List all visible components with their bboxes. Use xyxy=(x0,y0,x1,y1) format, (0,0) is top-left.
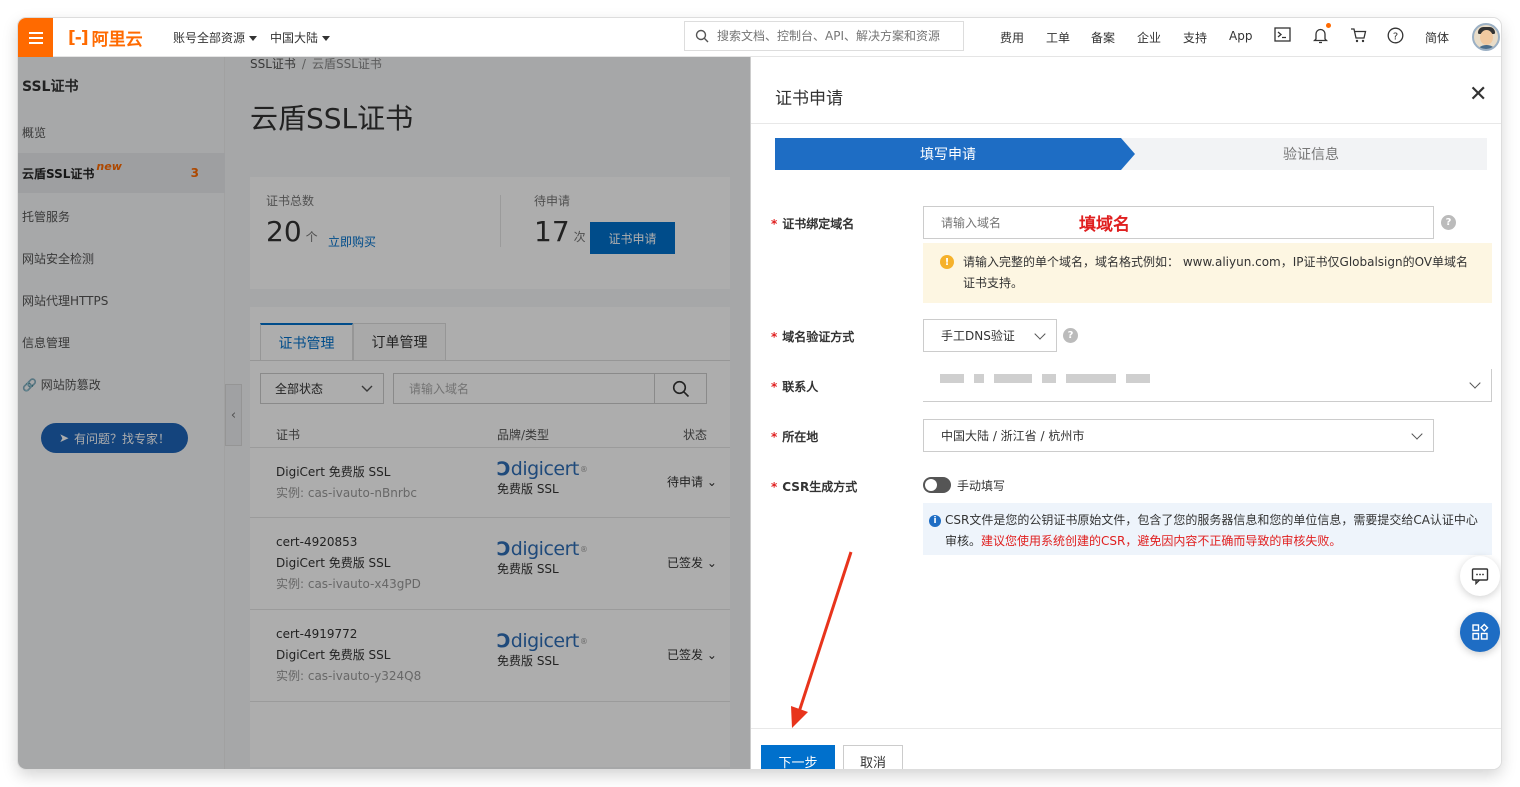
cancel-button[interactable]: 取消 xyxy=(843,745,903,769)
chevron-down-icon xyxy=(1411,427,1423,440)
domain-field-label: * 证书绑定域名 xyxy=(771,217,855,231)
user-avatar[interactable] xyxy=(1472,23,1500,51)
info-icon: i xyxy=(929,515,941,527)
chevron-down-icon xyxy=(1034,327,1046,340)
search-icon xyxy=(695,29,709,43)
step-verify-info: 验证信息 xyxy=(1135,138,1487,170)
region-dropdown[interactable]: 中国大陆 xyxy=(270,29,331,46)
drawer-title: 证书申请 xyxy=(775,89,843,109)
warning-icon: ! xyxy=(940,255,954,269)
aliyun-logo-icon: [-] xyxy=(68,27,89,48)
top-navigation-bar: [-] 阿里云 账号全部资源 中国大陆 费用 工单 备案 企业 支持 App ?… xyxy=(18,18,1501,57)
location-label: * 所在地 xyxy=(771,430,819,444)
location-select[interactable]: 中国大陆 / 浙江省 / 杭州市 xyxy=(923,419,1434,452)
nav-enterprise[interactable]: 企业 xyxy=(1137,29,1161,46)
cart-icon[interactable] xyxy=(1350,27,1367,47)
bell-icon[interactable] xyxy=(1312,27,1329,48)
help-icon[interactable]: ? xyxy=(1387,27,1404,48)
nav-icp-filing[interactable]: 备案 xyxy=(1091,29,1115,46)
csr-manual-toggle[interactable] xyxy=(923,477,951,493)
browser-window: [-] 阿里云 账号全部资源 中国大陆 费用 工单 备案 企业 支持 App ?… xyxy=(18,18,1501,769)
notification-dot xyxy=(1326,23,1331,28)
chat-icon[interactable] xyxy=(1460,556,1500,596)
nav-support[interactable]: 支持 xyxy=(1183,29,1207,46)
apps-grid-icon[interactable] xyxy=(1460,612,1500,652)
global-search[interactable] xyxy=(684,21,964,51)
csr-info-box: i CSR文件是您的公钥证书原始文件，包含了您的服务器信息和您的单位信息，需要提… xyxy=(923,503,1492,555)
svg-text:?: ? xyxy=(1393,31,1398,42)
terminal-icon[interactable] xyxy=(1274,27,1291,46)
step-fill-application: 填写申请 xyxy=(775,138,1121,170)
redacted-contact xyxy=(940,373,1150,383)
nav-app[interactable]: App xyxy=(1229,29,1252,43)
fill-domain-annotation: 填域名 xyxy=(1079,215,1130,235)
language-switch[interactable]: 简体 xyxy=(1425,29,1449,46)
aliyun-logo[interactable]: [-] 阿里云 xyxy=(68,25,143,51)
domain-field[interactable]: 填域名 xyxy=(923,206,1434,239)
verify-method-label: * 域名验证方式 xyxy=(771,330,855,344)
global-search-input[interactable] xyxy=(717,29,952,43)
next-step-button[interactable]: 下一步 xyxy=(761,745,835,769)
account-resources-dropdown[interactable]: 账号全部资源 xyxy=(173,29,258,46)
chevron-down-icon xyxy=(1469,377,1481,389)
step-indicator: 填写申请 验证信息 xyxy=(775,138,1487,170)
hamburger-menu-icon[interactable] xyxy=(18,18,53,57)
nav-tickets[interactable]: 工单 xyxy=(1046,29,1070,46)
chevron-down-icon xyxy=(322,36,331,41)
domain-hint-box: ! 请输入完整的单个域名，域名格式例如： www.aliyun.com，IP证书… xyxy=(923,243,1492,303)
chevron-down-icon xyxy=(249,36,258,41)
modal-overlay[interactable] xyxy=(18,57,750,769)
question-icon[interactable]: ? xyxy=(1441,215,1456,230)
nav-billing[interactable]: 费用 xyxy=(1000,29,1024,46)
csr-toggle-label: 手动填写 xyxy=(957,479,1006,493)
certificate-apply-drawer: 证书申请 ✕ 填写申请 验证信息 *证书绑定域名 填域名 ? ! 请输入完整的单… xyxy=(750,57,1501,769)
csr-method-label: * CSR生成方式 xyxy=(771,480,858,494)
question-icon[interactable]: ? xyxy=(1063,328,1078,343)
contact-select[interactable] xyxy=(923,369,1492,402)
domain-input[interactable] xyxy=(941,215,1051,230)
verify-method-select[interactable]: 手工DNS验证 xyxy=(923,319,1057,352)
contact-label: * 联系人 xyxy=(771,380,819,394)
close-icon[interactable]: ✕ xyxy=(1469,84,1487,106)
